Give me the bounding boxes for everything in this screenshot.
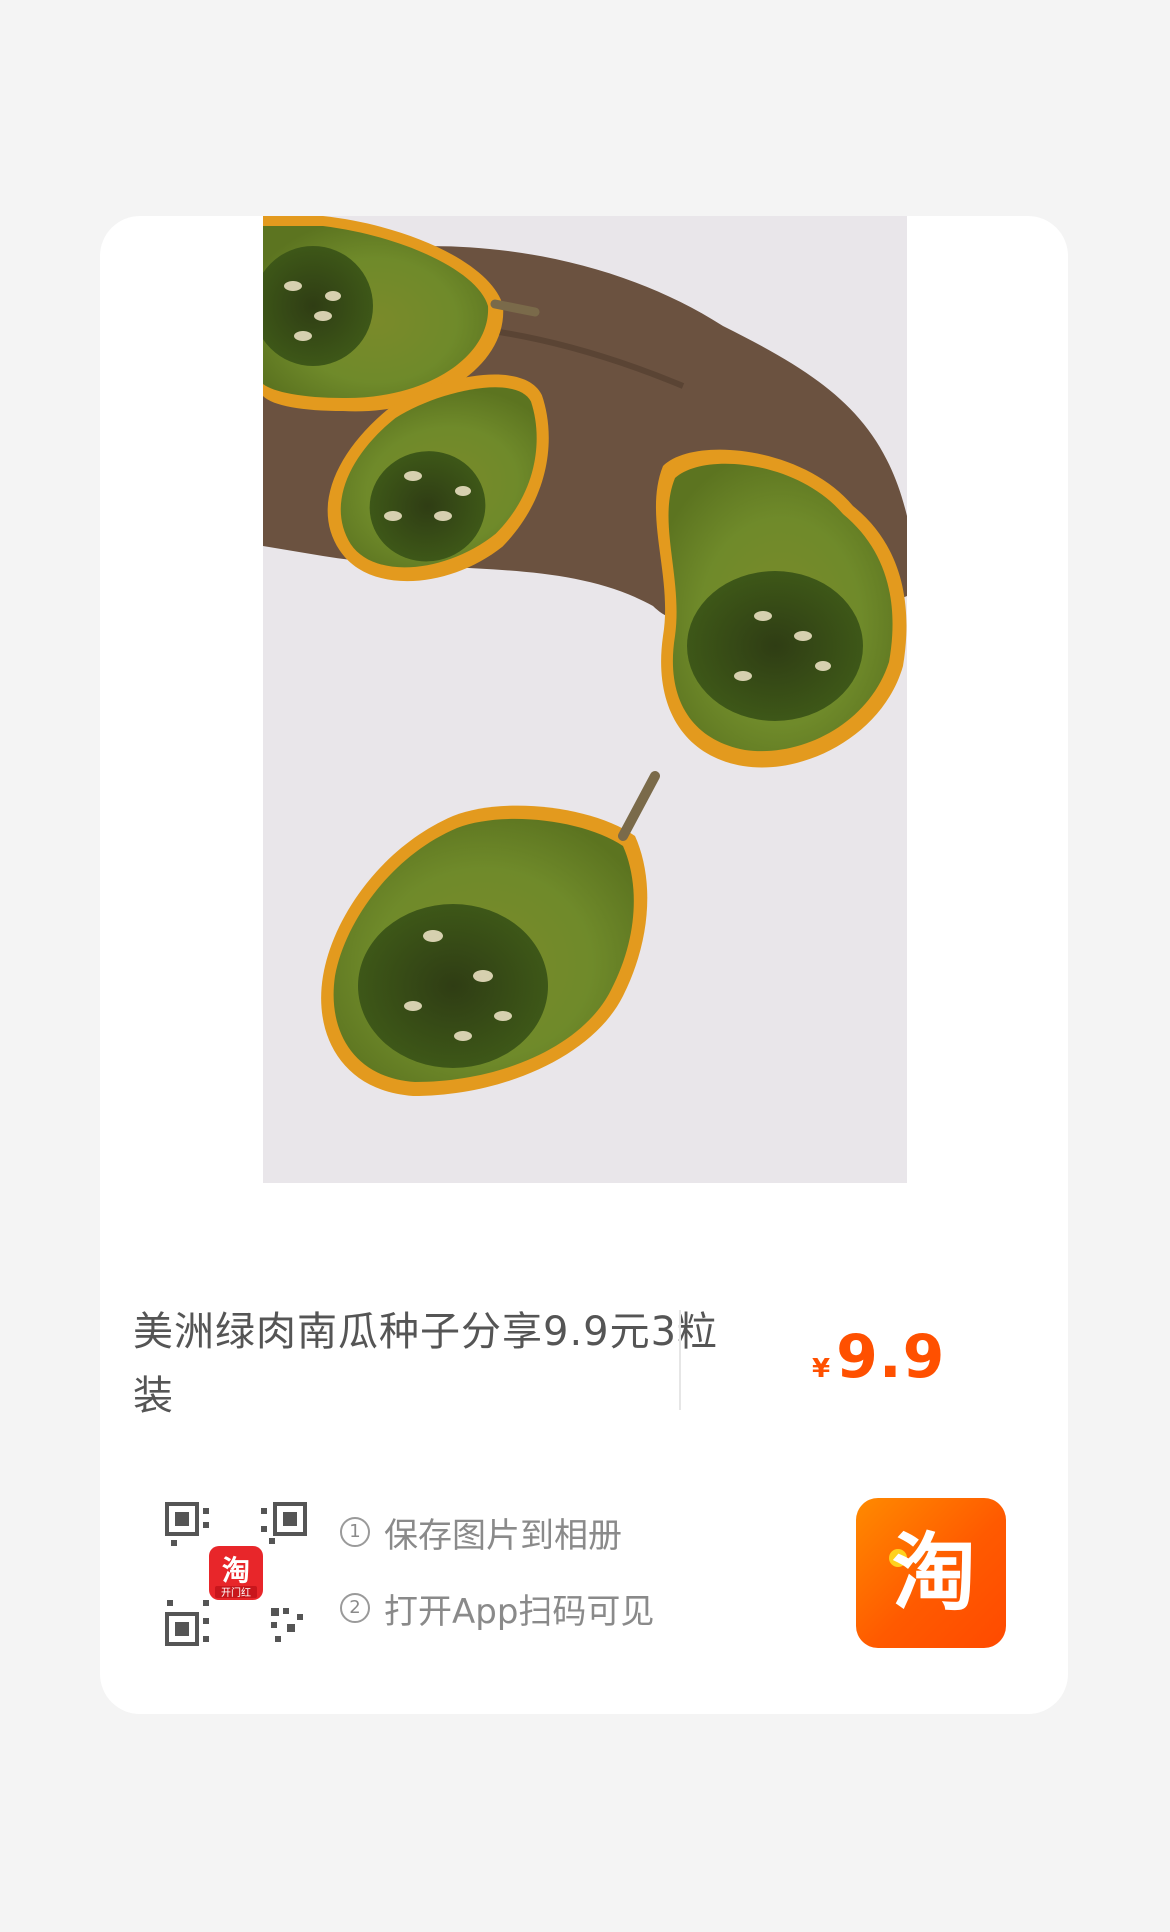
- price: ¥ 9.9: [812, 1322, 945, 1392]
- step-2: 2 打开App扫码可见: [340, 1582, 654, 1634]
- step-number: 1: [340, 1517, 370, 1547]
- qr-code[interactable]: 淘 开门红: [163, 1500, 311, 1648]
- price-value: 9.9: [836, 1322, 946, 1392]
- scan-instructions: 1 保存图片到相册 2 打开App扫码可见: [340, 1506, 654, 1658]
- qr-badge-sublabel: 开门红: [221, 1586, 251, 1599]
- step-text: 保存图片到相册: [384, 1515, 622, 1556]
- price-currency: ¥: [812, 1354, 831, 1384]
- divider: [679, 1310, 681, 1410]
- qr-badge-label: 淘: [222, 1554, 250, 1587]
- product-photo: [263, 216, 907, 1183]
- taobao-logo-icon: 淘: [856, 1498, 1006, 1648]
- product-share-card: 美洲绿肉南瓜种子分享9.9元3粒装 ¥ 9.9 淘 开门红 1 保存图片到相册 …: [100, 216, 1068, 1714]
- step-number: 2: [340, 1593, 370, 1623]
- step-text: 打开App扫码可见: [384, 1591, 655, 1632]
- taobao-logo-text: 淘: [892, 1524, 976, 1622]
- step-1: 1 保存图片到相册: [340, 1506, 654, 1558]
- product-title: 美洲绿肉南瓜种子分享9.9元3粒装: [133, 1309, 719, 1419]
